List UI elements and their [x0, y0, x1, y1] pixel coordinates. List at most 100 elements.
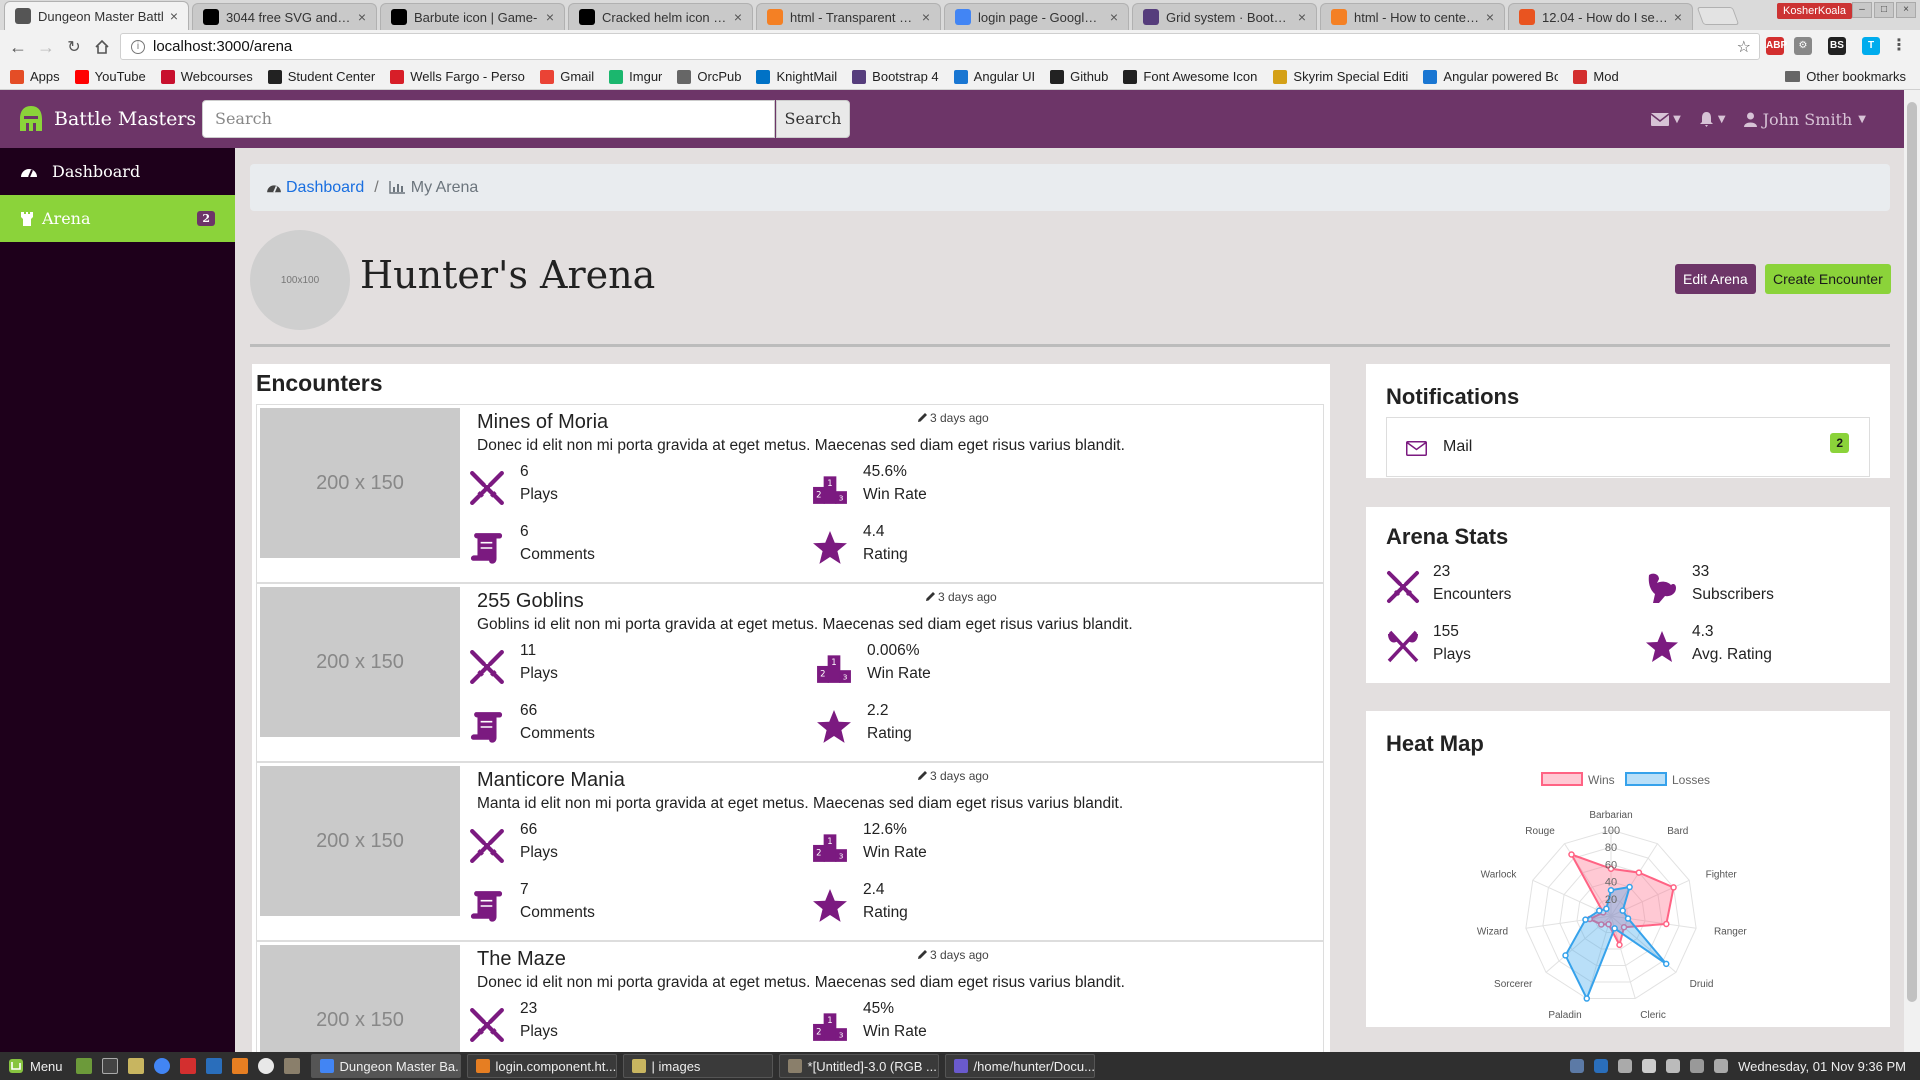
encounter-card[interactable]: 200 x 150 Manticore Mania 3 days ago Manta … [256, 762, 1324, 941]
bookmark-item[interactable]: Skyrim Special Editic [1273, 69, 1408, 84]
browser-tab[interactable]: Grid system · Bootstra × [1132, 3, 1317, 30]
encounter-card[interactable]: 200 x 150 The Maze 3 days ago Donec id elit… [256, 941, 1324, 1052]
chrome-menu-icon[interactable]: ⋮ [1890, 37, 1908, 55]
mail-notification-row[interactable]: Mail 2 [1386, 417, 1870, 477]
breadcrumb-dashboard-link[interactable]: Dashboard [286, 179, 364, 197]
bookmark-item[interactable]: Font Awesome Icons [1123, 69, 1258, 84]
bookmark-item[interactable]: YouTube [74, 69, 146, 84]
extension-gear-icon[interactable]: ⚙ [1794, 37, 1812, 55]
user-dropdown-caret[interactable]: ▼ [1858, 114, 1866, 125]
edit-arena-button[interactable]: Edit Arena [1675, 264, 1756, 294]
taskbar-window-button[interactable]: login.component.ht... [466, 1054, 617, 1078]
encounter-name[interactable]: 255 Goblins [477, 590, 584, 613]
bookmark-star-icon[interactable]: ☆ [1737, 37, 1751, 57]
tab-close-icon[interactable]: × [1674, 9, 1682, 25]
forward-icon[interactable]: → [32, 33, 60, 61]
maximize-button[interactable]: □ [1874, 2, 1894, 18]
browser-tab[interactable]: 12.04 - How do I set a × [1508, 3, 1693, 30]
browser-tab[interactable]: html - How to center a × [1320, 3, 1505, 30]
bookmark-item[interactable]: Webcourses [160, 69, 253, 84]
bookmark-item[interactable]: Wells Fargo - Person [390, 69, 525, 84]
encounter-card[interactable]: 200 x 150 Mines of Moria 3 days ago Donec i… [256, 404, 1324, 583]
bookmark-item[interactable]: KnightMail [756, 69, 837, 84]
browser-tab[interactable]: Barbute icon | Game- × [380, 3, 565, 30]
mail-dropdown-caret[interactable]: ▼ [1673, 114, 1681, 125]
encounter-name[interactable]: Manticore Mania [477, 769, 625, 792]
tab-close-icon[interactable]: × [1110, 9, 1118, 25]
bookmark-item[interactable]: OrcPub [677, 69, 741, 84]
taskbar-window-button[interactable]: | images [622, 1054, 773, 1078]
terminal-icon[interactable] [101, 1058, 118, 1074]
start-menu-button[interactable]: Menu [0, 1058, 71, 1074]
bookmark-item[interactable]: Apps [10, 69, 60, 84]
chrome-icon[interactable] [153, 1058, 170, 1074]
gimp-launcher-icon[interactable] [283, 1058, 300, 1074]
wifi-icon[interactable] [1666, 1059, 1681, 1073]
taskbar-window-button[interactable]: *[Untitled]-3.0 (RGB ... [778, 1054, 939, 1078]
new-tab-button[interactable] [1696, 7, 1740, 25]
notifications-dropdown-caret[interactable]: ▼ [1718, 114, 1726, 125]
ide-launcher-icon[interactable] [231, 1058, 248, 1074]
bell-icon[interactable] [1699, 111, 1714, 127]
bookmark-item[interactable]: Gmail [540, 69, 594, 84]
search-button[interactable]: Search [776, 100, 850, 138]
volume-icon[interactable] [1714, 1059, 1729, 1073]
encounter-name[interactable]: The Maze [477, 948, 566, 971]
bookmark-item[interactable]: Angular powered Bo [1423, 69, 1558, 84]
brand[interactable]: Battle Masters [18, 105, 196, 133]
show-desktop-icon[interactable] [75, 1058, 92, 1074]
clock[interactable]: Wednesday, 01 Nov 9:36 PM [1738, 1059, 1906, 1074]
home-icon[interactable] [88, 33, 116, 61]
app-launcher-icon[interactable] [179, 1058, 196, 1074]
files-icon[interactable] [127, 1058, 144, 1074]
encounter-card[interactable]: 200 x 150 255 Goblins 3 days ago Goblins id… [256, 583, 1324, 762]
bs-extension-icon[interactable]: BS [1828, 37, 1846, 55]
bookmark-item[interactable]: Angular UI [953, 69, 1035, 84]
sidebar-item-arena[interactable]: Arena 2 [0, 195, 235, 242]
minimize-button[interactable]: – [1852, 2, 1872, 18]
bookmark-item[interactable]: Github [1050, 69, 1108, 84]
envelope-icon[interactable] [1651, 112, 1670, 126]
taskbar-window-button[interactable]: Dungeon Master Ba... [310, 1054, 461, 1078]
browser-tab[interactable]: Cracked helm icon | G × [568, 3, 753, 30]
shield-icon[interactable] [1570, 1059, 1585, 1073]
bluetooth-icon[interactable] [1594, 1059, 1609, 1073]
page-scrollbar[interactable] [1904, 90, 1920, 1052]
tab-close-icon[interactable]: × [546, 9, 554, 25]
sidebar-item-dashboard[interactable]: Dashboard [0, 148, 235, 195]
encounter-name[interactable]: Mines of Moria [477, 411, 608, 434]
tab-close-icon[interactable]: × [734, 9, 742, 25]
bookmark-item[interactable]: Student Center [267, 69, 375, 84]
window-close-button[interactable]: × [1896, 2, 1916, 18]
tab-close-icon[interactable]: × [170, 8, 178, 24]
node-launcher-icon[interactable] [257, 1058, 274, 1074]
browser-tab[interactable]: login page - Google Se × [944, 3, 1129, 30]
bookmark-item[interactable]: Imgur [609, 69, 662, 84]
tab-close-icon[interactable]: × [1298, 9, 1306, 25]
adblock-extension-icon[interactable]: ABP [1766, 37, 1787, 55]
back-icon[interactable]: ← [4, 33, 32, 61]
bookmark-item[interactable]: Mod [1573, 69, 1619, 84]
tab-close-icon[interactable]: × [358, 9, 366, 25]
network-icon[interactable] [1618, 1059, 1633, 1073]
browser-tab[interactable]: html - Transparent CS × [756, 3, 941, 30]
bookmark-item[interactable]: Bootstrap 4 [852, 69, 939, 84]
create-encounter-button[interactable]: Create Encounter [1765, 264, 1891, 294]
taskbar-window-button[interactable]: /home/hunter/Docu... [944, 1054, 1095, 1078]
tab-close-icon[interactable]: × [1486, 9, 1494, 25]
t-extension-icon[interactable]: T [1862, 37, 1880, 55]
reload-icon[interactable]: ↻ [60, 33, 88, 61]
user-tray-icon[interactable] [1642, 1059, 1657, 1073]
site-info-icon[interactable]: i [131, 39, 145, 54]
url-field[interactable]: i localhost:3000/arena ☆ [120, 33, 1760, 60]
browser-tab[interactable]: Dungeon Master Battl × [4, 1, 189, 30]
scrollbar-thumb[interactable] [1907, 102, 1917, 1002]
tab-close-icon[interactable]: × [922, 9, 930, 25]
battery-icon[interactable] [1690, 1059, 1705, 1073]
browser-tab[interactable]: 3044 free SVG and PN × [192, 3, 377, 30]
profile-button[interactable]: KosherKoala [1777, 3, 1852, 19]
search-input[interactable]: Search [202, 100, 775, 138]
other-bookmarks[interactable]: Other bookmarks [1785, 69, 1906, 84]
user-menu[interactable]: John Smith [1763, 110, 1853, 129]
editor-launcher-icon[interactable] [205, 1058, 222, 1074]
